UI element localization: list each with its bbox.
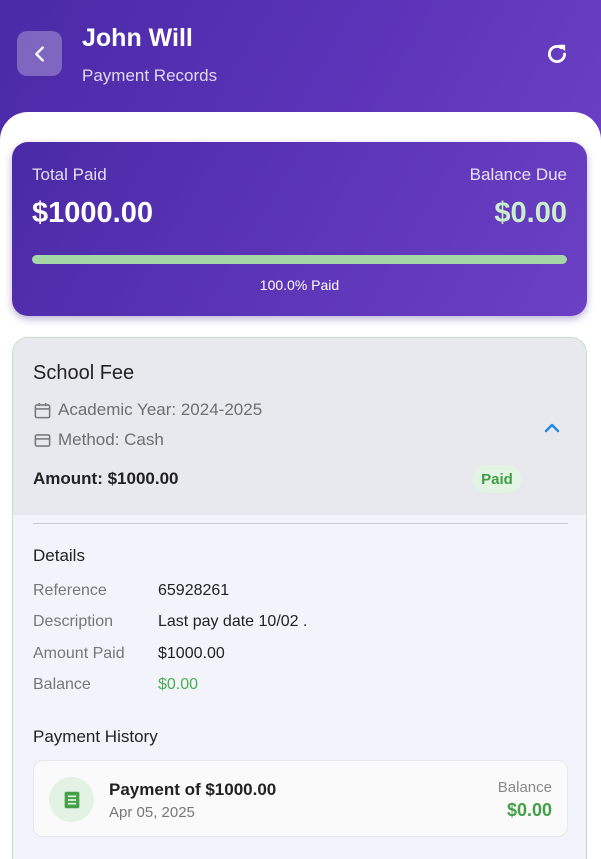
detail-label-amount-paid: Amount Paid: [33, 645, 125, 662]
method-row: Method: Cash: [33, 430, 164, 450]
fee-card[interactable]: School Fee Academic Year: 2024-2025 Meth…: [12, 337, 587, 859]
payment-progress-fill: [32, 255, 567, 264]
fee-amount: Amount: $1000.00: [33, 469, 179, 488]
receipt-icon-wrap: [49, 777, 94, 822]
page-title: John Will: [82, 24, 193, 52]
detail-value-reference: 65928261: [158, 582, 230, 599]
chevron-left-icon: [34, 45, 44, 62]
detail-label-reference: Reference: [33, 582, 107, 599]
divider: [33, 523, 568, 524]
total-paid-value: $1000.00: [32, 197, 153, 229]
detail-value-amount-paid: $1000.00: [158, 645, 225, 662]
refresh-button[interactable]: [541, 38, 573, 70]
calendar-icon: [34, 402, 51, 418]
receipt-icon: [64, 791, 79, 808]
history-date: Apr 05, 2025: [109, 804, 195, 821]
balance-due-label: Balance Due: [469, 165, 567, 184]
payment-summary-card: Total Paid Balance Due $1000.00 $0.00 10…: [12, 142, 587, 316]
detail-label-balance: Balance: [33, 676, 91, 693]
fee-card-header[interactable]: School Fee Academic Year: 2024-2025 Meth…: [13, 338, 586, 515]
payment-history-heading: Payment History: [33, 727, 158, 746]
fee-title: School Fee: [33, 362, 135, 384]
detail-value-balance: $0.00: [158, 676, 199, 693]
chevron-up-icon: [544, 423, 560, 433]
payment-history-item[interactable]: Payment of $1000.00 Apr 05, 2025 Balance…: [33, 760, 568, 837]
academic-year-text: Academic Year: 2024-2025: [58, 400, 263, 419]
collapse-button[interactable]: [540, 416, 564, 445]
payment-progress-text: 100.0% Paid: [259, 277, 340, 293]
detail-label-description: Description: [33, 613, 114, 630]
balance-due-value: $0.00: [494, 197, 567, 229]
refresh-icon: [548, 44, 566, 63]
details-heading: Details: [33, 546, 85, 565]
method-text: Method: Cash: [58, 430, 164, 449]
history-balance-value: $0.00: [506, 800, 552, 820]
detail-value-description: Last pay date 10/02 .: [158, 613, 308, 630]
back-button[interactable]: [17, 31, 62, 76]
status-badge: Paid: [472, 465, 522, 493]
credit-card-icon: [34, 433, 51, 447]
academic-year-row: Academic Year: 2024-2025: [33, 400, 262, 420]
history-balance-label: Balance: [497, 779, 552, 796]
page-subtitle: Payment Records: [82, 66, 218, 85]
payment-progress-bar: [32, 255, 567, 264]
total-paid-label: Total Paid: [32, 165, 107, 184]
history-title: Payment of $1000.00: [109, 780, 277, 799]
